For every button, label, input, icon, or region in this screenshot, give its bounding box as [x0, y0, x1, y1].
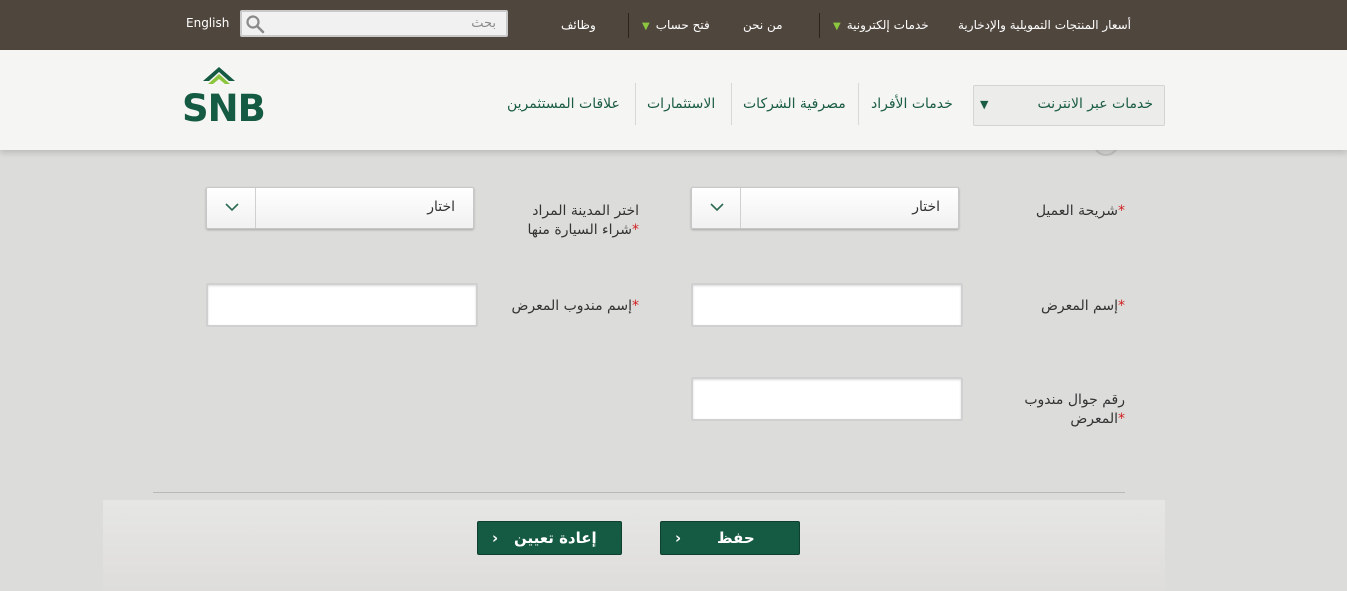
save-button[interactable]: › حفظ [660, 521, 800, 555]
topnav-jobs[interactable]: وظائف [561, 18, 596, 32]
select-arrow[interactable] [207, 188, 256, 228]
snb-logo[interactable]: SNB [182, 65, 300, 125]
language-switch-link[interactable]: English [186, 16, 229, 30]
required-mark: * [632, 222, 639, 238]
nav-investor-relations[interactable]: علاقات المستثمرين [507, 96, 620, 112]
form-divider [153, 492, 1125, 493]
top-bar: English وظائف ▼ فتح حساب من نحن ▼ خدمات إل… [0, 0, 1347, 50]
topnav-eservices[interactable]: ▼ خدمات إلكترونية [833, 18, 929, 32]
main-header: SNB علاقات المستثمرين الاستثمارات مصرفية… [0, 50, 1347, 150]
nav-corporate-banking[interactable]: مصرفية الشركات [743, 96, 846, 112]
chevron-down-icon [225, 203, 239, 212]
rep-mobile-label: رقم جوال مندوب *المعرض [990, 391, 1125, 429]
required-mark: * [1118, 411, 1125, 427]
svg-text:SNB: SNB [182, 87, 265, 125]
caret-down-icon: ▼ [833, 21, 841, 32]
required-mark: * [1118, 298, 1125, 314]
online-services-dropdown[interactable]: ▼ خدمات عبر الانترنت [973, 85, 1165, 126]
customer-segment-value: اختار [912, 199, 940, 215]
required-mark: * [1118, 203, 1125, 219]
showroom-rep-name-input[interactable] [206, 283, 478, 327]
topnav-open-account-label: فتح حساب [655, 18, 710, 32]
select-arrow[interactable] [692, 188, 741, 228]
city-label-line1: اختر المدينة المراد [532, 203, 639, 219]
city-label: اختر المدينة المراد *شراء السيارة منها [480, 202, 639, 240]
showroom-name-input[interactable] [691, 283, 963, 327]
caret-down-icon: ▼ [642, 21, 650, 32]
showroom-name-label: *إسم المعرض [990, 297, 1125, 316]
form-area: *شريحة العميل اختار اختر المدينة المراد *… [0, 150, 1347, 591]
customer-segment-select[interactable]: اختار [691, 187, 959, 229]
nav-investments[interactable]: الاستثمارات [647, 96, 715, 112]
search-input[interactable] [278, 13, 498, 34]
city-value: اختار [427, 199, 455, 215]
reset-button-label: إعادة تعيين [514, 529, 597, 547]
topnav-about[interactable]: من نحن [743, 18, 783, 32]
customer-segment-label: *شريحة العميل [1010, 202, 1125, 221]
chevron-right-icon: › [492, 529, 499, 547]
topnav-separator [819, 13, 820, 38]
nav-separator [635, 83, 636, 125]
save-button-label: حفظ [717, 529, 755, 547]
topnav-eservices-label: خدمات إلكترونية [846, 18, 929, 32]
rep-mobile-label-line1: رقم جوال مندوب [1024, 392, 1125, 408]
chevron-right-icon: › [675, 529, 682, 547]
nav-personal-services[interactable]: خدمات الأفراد [871, 96, 953, 112]
chevron-down-icon [710, 203, 724, 212]
topnav-open-account[interactable]: ▼ فتح حساب [642, 18, 710, 32]
rep-mobile-input[interactable] [691, 377, 963, 421]
online-services-label: خدمات عبر الانترنت [1037, 96, 1153, 112]
city-select[interactable]: اختار [206, 187, 474, 229]
topnav-prices[interactable]: أسعار المنتجات التمويلية والإدخارية [958, 18, 1131, 32]
customer-segment-label-text: شريحة العميل [1035, 203, 1118, 219]
nav-separator [858, 83, 859, 125]
required-mark: * [632, 298, 639, 314]
showroom-rep-name-label: *إسم مندوب المعرض [480, 297, 639, 316]
city-label-line2: شراء السيارة منها [527, 222, 632, 238]
search-box[interactable] [240, 10, 508, 37]
rep-mobile-label-line2: المعرض [1070, 411, 1118, 427]
form-actions-panel: › حفظ › إعادة تعيين [103, 500, 1165, 591]
search-icon[interactable] [245, 14, 265, 34]
nav-separator [731, 83, 732, 125]
showroom-rep-name-label-text: إسم مندوب المعرض [511, 298, 632, 314]
caret-down-icon: ▼ [980, 98, 989, 111]
reset-button[interactable]: › إعادة تعيين [477, 521, 622, 555]
topnav-separator [628, 13, 629, 38]
showroom-name-label-text: إسم المعرض [1040, 298, 1118, 314]
